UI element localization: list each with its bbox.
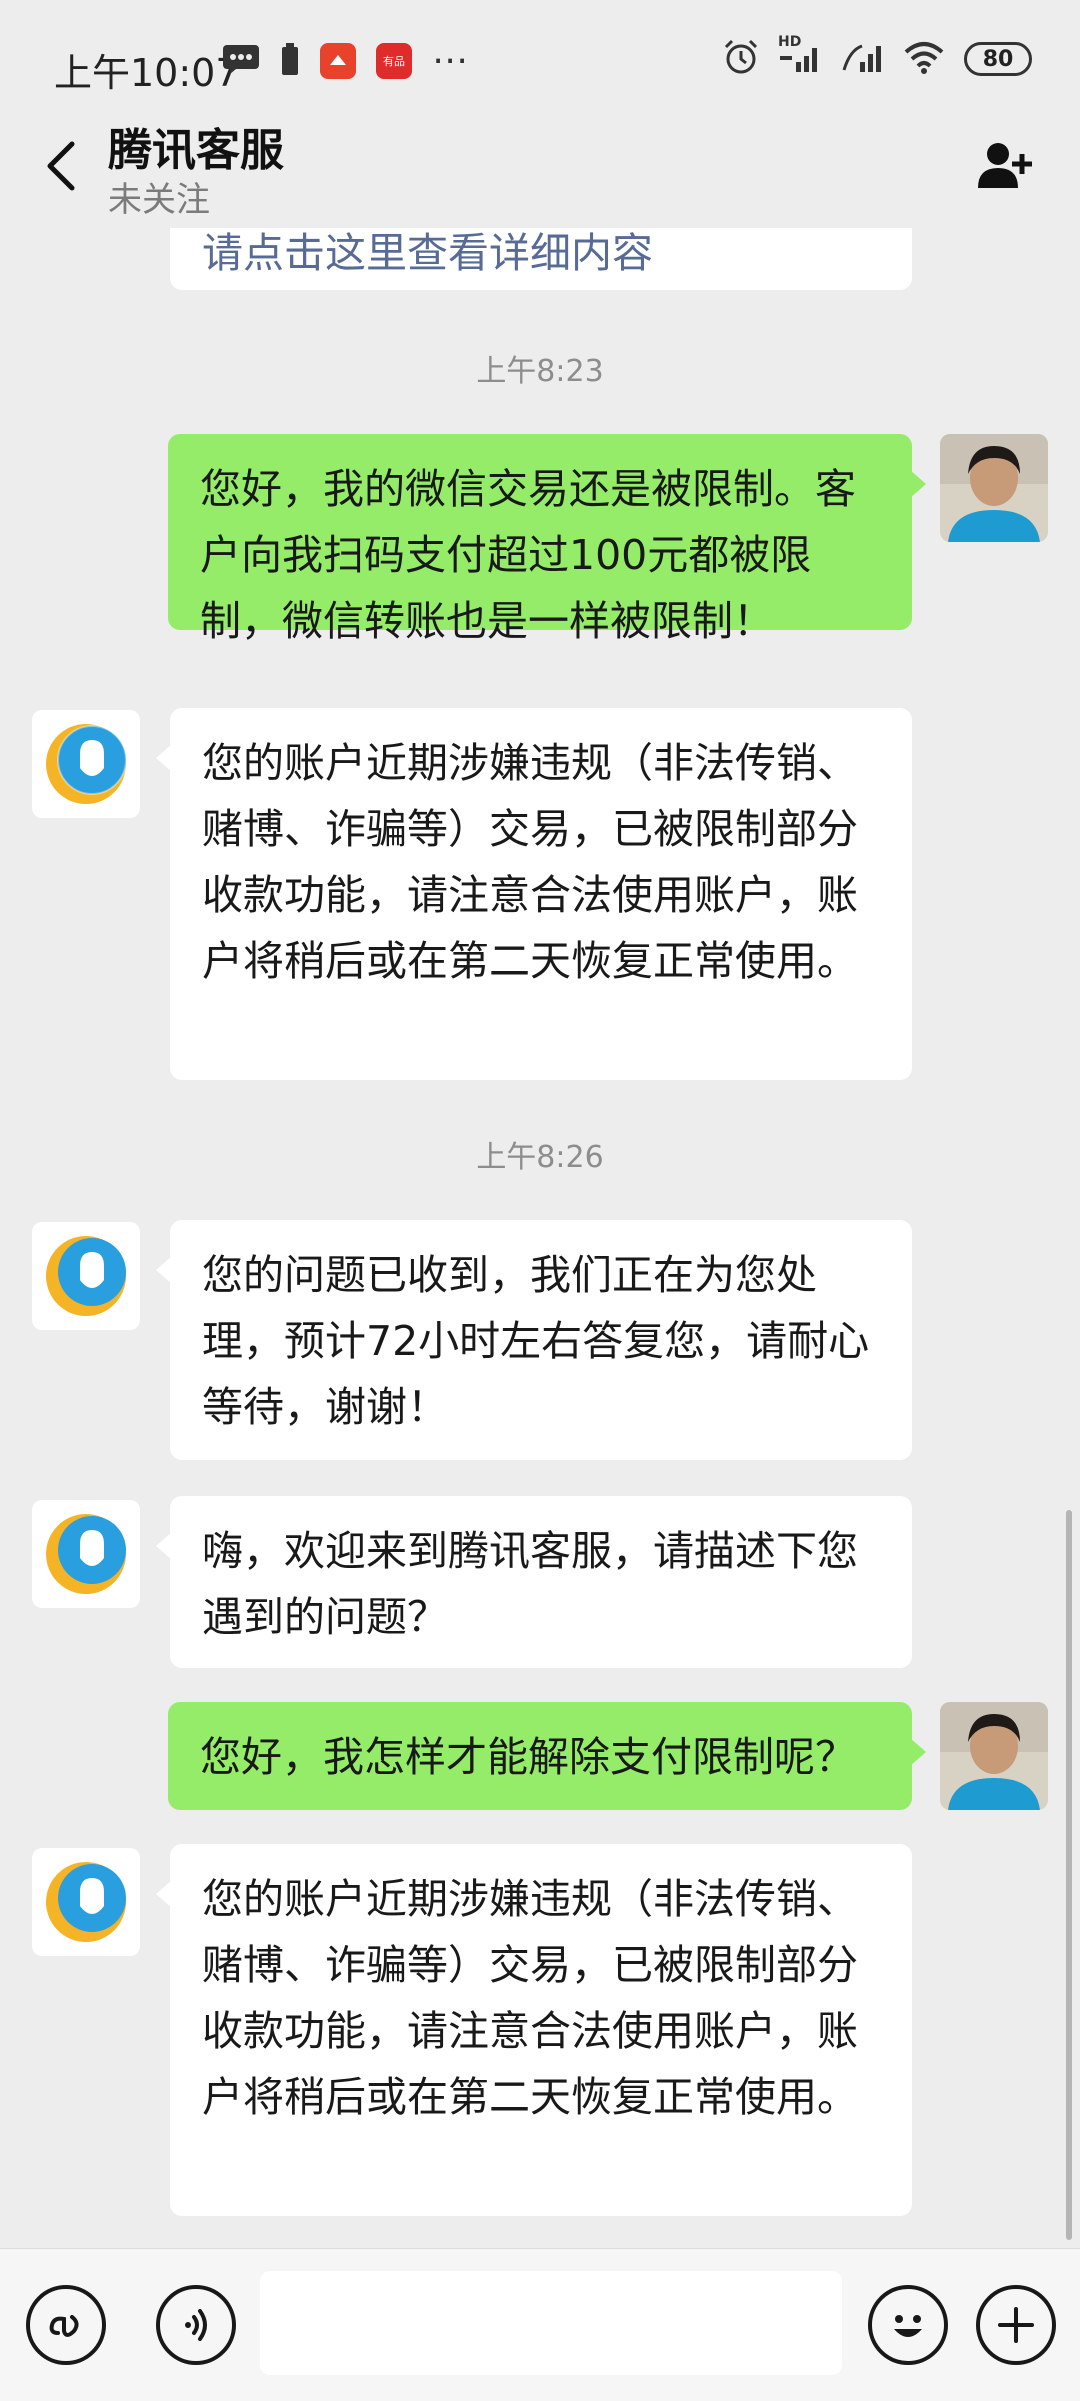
- system-icons: HD 80: [722, 34, 1032, 80]
- input-bar: [0, 2248, 1080, 2401]
- avatar[interactable]: [940, 434, 1048, 542]
- app-badge-icon: 有品: [376, 42, 412, 79]
- back-button[interactable]: [34, 130, 94, 200]
- message-text: 您好，我的微信交易还是被限制。客户向我扫码支付超过100元都被限制，微信转账也是…: [200, 465, 856, 645]
- follow-status: 未关注: [108, 180, 210, 220]
- network-label: HD: [778, 34, 802, 50]
- message-text: 您的问题已收到，我们正在为您处理，预计72小时左右答复您，请耐心等待，谢谢！: [202, 1251, 870, 1431]
- customer-service-icon: [46, 1862, 126, 1942]
- more-button[interactable]: [976, 2285, 1056, 2365]
- message-bubble[interactable]: 您好，我怎样才能解除支付限制呢？: [168, 1702, 926, 1810]
- message-bubble[interactable]: 请点击这里查看详细内容: [170, 228, 912, 290]
- message-text: 您的账户近期涉嫌违规（非法传销、赌博、诈骗等）交易，已被限制部分收款功能，请注意…: [202, 1875, 858, 2121]
- battery-saver-icon: [280, 42, 300, 80]
- signal-icon: [840, 40, 884, 78]
- message-link[interactable]: 请点击这里查看详细内容: [202, 229, 653, 277]
- message-text: 嗨，欢迎来到腾讯客服，请描述下您遇到的问题？: [202, 1527, 858, 1641]
- customer-service-icon: [46, 724, 127, 804]
- plus-icon: [998, 2307, 1034, 2343]
- mini-program-button[interactable]: [26, 2285, 106, 2365]
- status-bar: 上午10:07 有品 ⋯ HD 80: [0, 0, 1080, 120]
- voice-icon: [185, 2309, 207, 2341]
- message-list[interactable]: 请点击这里查看详细内容 上午8:23 您好，我的微信交易还是被限制。客户向我扫码…: [0, 228, 1080, 2248]
- avatar[interactable]: [32, 1222, 140, 1330]
- avatar[interactable]: [940, 1702, 1048, 1810]
- emoji-icon: [894, 2315, 922, 2337]
- chat-header: 腾讯客服 未关注: [0, 108, 1080, 228]
- message-bubble[interactable]: 您好，我的微信交易还是被限制。客户向我扫码支付超过100元都被限制，微信转账也是…: [168, 434, 926, 645]
- message-text: 您的账户近期涉嫌违规（非法传销、赌博、诈骗等）交易，已被限制部分收款功能，请注意…: [202, 739, 858, 985]
- chat-title: 腾讯客服: [108, 125, 284, 176]
- more-dots-icon: ⋯: [432, 40, 470, 81]
- avatar[interactable]: [32, 1848, 140, 1956]
- message-input[interactable]: [260, 2271, 842, 2375]
- message-bubble[interactable]: 您的问题已收到，我们正在为您处理，预计72小时左右答复您，请耐心等待，谢谢！: [156, 1220, 912, 1460]
- battery-icon: 80: [964, 42, 1032, 76]
- alarm-icon: [722, 38, 760, 80]
- message-icon: [222, 44, 260, 78]
- status-time: 上午10:07: [54, 51, 240, 95]
- add-user-button[interactable]: [976, 138, 1036, 194]
- scrollbar[interactable]: [1066, 1510, 1072, 2240]
- customer-service-icon: [46, 1514, 126, 1594]
- timestamp: 上午8:23: [476, 354, 604, 389]
- avatar[interactable]: [32, 1500, 140, 1608]
- avatar[interactable]: [32, 710, 140, 818]
- message-bubble[interactable]: 您的账户近期涉嫌违规（非法传销、赌博、诈骗等）交易，已被限制部分收款功能，请注意…: [156, 1844, 912, 2216]
- voice-button[interactable]: [156, 2285, 236, 2365]
- app-badge-icon: [320, 42, 356, 79]
- link-icon: [49, 2315, 79, 2337]
- message-text: 您好，我怎样才能解除支付限制呢？: [200, 1733, 856, 1781]
- emoji-button[interactable]: [868, 2285, 948, 2365]
- message-bubble[interactable]: 嗨，欢迎来到腾讯客服，请描述下您遇到的问题？: [156, 1496, 912, 1668]
- wifi-icon: [902, 40, 946, 78]
- signal-icon: HD: [778, 34, 822, 78]
- notification-icons: 有品 ⋯: [222, 40, 470, 81]
- customer-service-icon: [46, 1236, 126, 1316]
- message-bubble[interactable]: 您的账户近期涉嫌违规（非法传销、赌博、诈骗等）交易，已被限制部分收款功能，请注意…: [156, 708, 912, 1080]
- timestamp: 上午8:26: [476, 1140, 604, 1175]
